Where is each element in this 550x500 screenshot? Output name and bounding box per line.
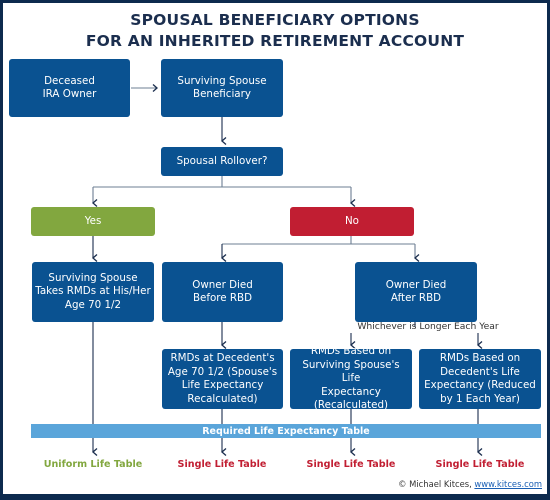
credit-text: © Michael Kitces, — [398, 479, 475, 489]
node-owner-died-after-rbd: Owner Died After RBD — [355, 262, 477, 322]
node-no: No — [290, 207, 414, 236]
node-owner-died-before-rbd: Owner Died Before RBD — [162, 262, 283, 322]
node-rmds-spouse-life-expectancy: RMDs Based on Surviving Spouse's Life Ex… — [290, 345, 412, 411]
node-label: Spousal Rollover? — [176, 154, 268, 167]
credit-line: © Michael Kitces, www.kitces.com — [398, 479, 542, 489]
node-label: RMDs Based on Decedent's Life Expectancy… — [424, 352, 536, 405]
node-label: No — [344, 214, 359, 227]
connector-no-split — [222, 236, 415, 245]
node-label: Yes — [84, 214, 102, 227]
node-label: Surviving Spouse Takes RMDs at His/Her A… — [35, 271, 151, 311]
outcome-uniform-life-table: Uniform Life Table — [43, 459, 143, 470]
required-life-expectancy-table-bar: Required Life Expectancy Table — [31, 424, 541, 438]
outcome-single-life-table-1: Single Life Table — [177, 459, 267, 470]
whichever-longer-note: Whichever is Longer Each Year — [357, 321, 499, 332]
outcome-single-life-table-3: Single Life Table — [435, 459, 525, 470]
kitces-link[interactable]: www.kitces.com — [474, 479, 542, 489]
node-label: Owner Died After RBD — [385, 278, 447, 305]
node-deceased-ira-owner: Deceased IRA Owner — [9, 59, 130, 117]
node-spouse-takes-rmds: Surviving Spouse Takes RMDs at His/Her A… — [32, 262, 154, 322]
node-spousal-rollover-question: Spousal Rollover? — [161, 147, 283, 176]
node-label: RMDs Based on Surviving Spouse's Life Ex… — [302, 345, 400, 412]
node-label: Owner Died Before RBD — [192, 278, 253, 305]
bar-label: Required Life Expectancy Table — [202, 425, 370, 437]
connector-rollover-split — [93, 176, 351, 188]
node-yes: Yes — [31, 207, 155, 236]
node-label: Surviving Spouse Beneficiary — [177, 74, 267, 101]
node-rmds-decedent-life-expectancy: RMDs Based on Decedent's Life Expectancy… — [419, 349, 541, 409]
node-label: Deceased IRA Owner — [42, 74, 97, 101]
node-surviving-spouse-beneficiary: Surviving Spouse Beneficiary — [161, 59, 283, 117]
outcome-single-life-table-2: Single Life Table — [306, 459, 396, 470]
node-label: RMDs at Decedent's Age 70 1/2 (Spouse's … — [167, 352, 278, 405]
node-rmds-decedent-age: RMDs at Decedent's Age 70 1/2 (Spouse's … — [162, 349, 283, 409]
